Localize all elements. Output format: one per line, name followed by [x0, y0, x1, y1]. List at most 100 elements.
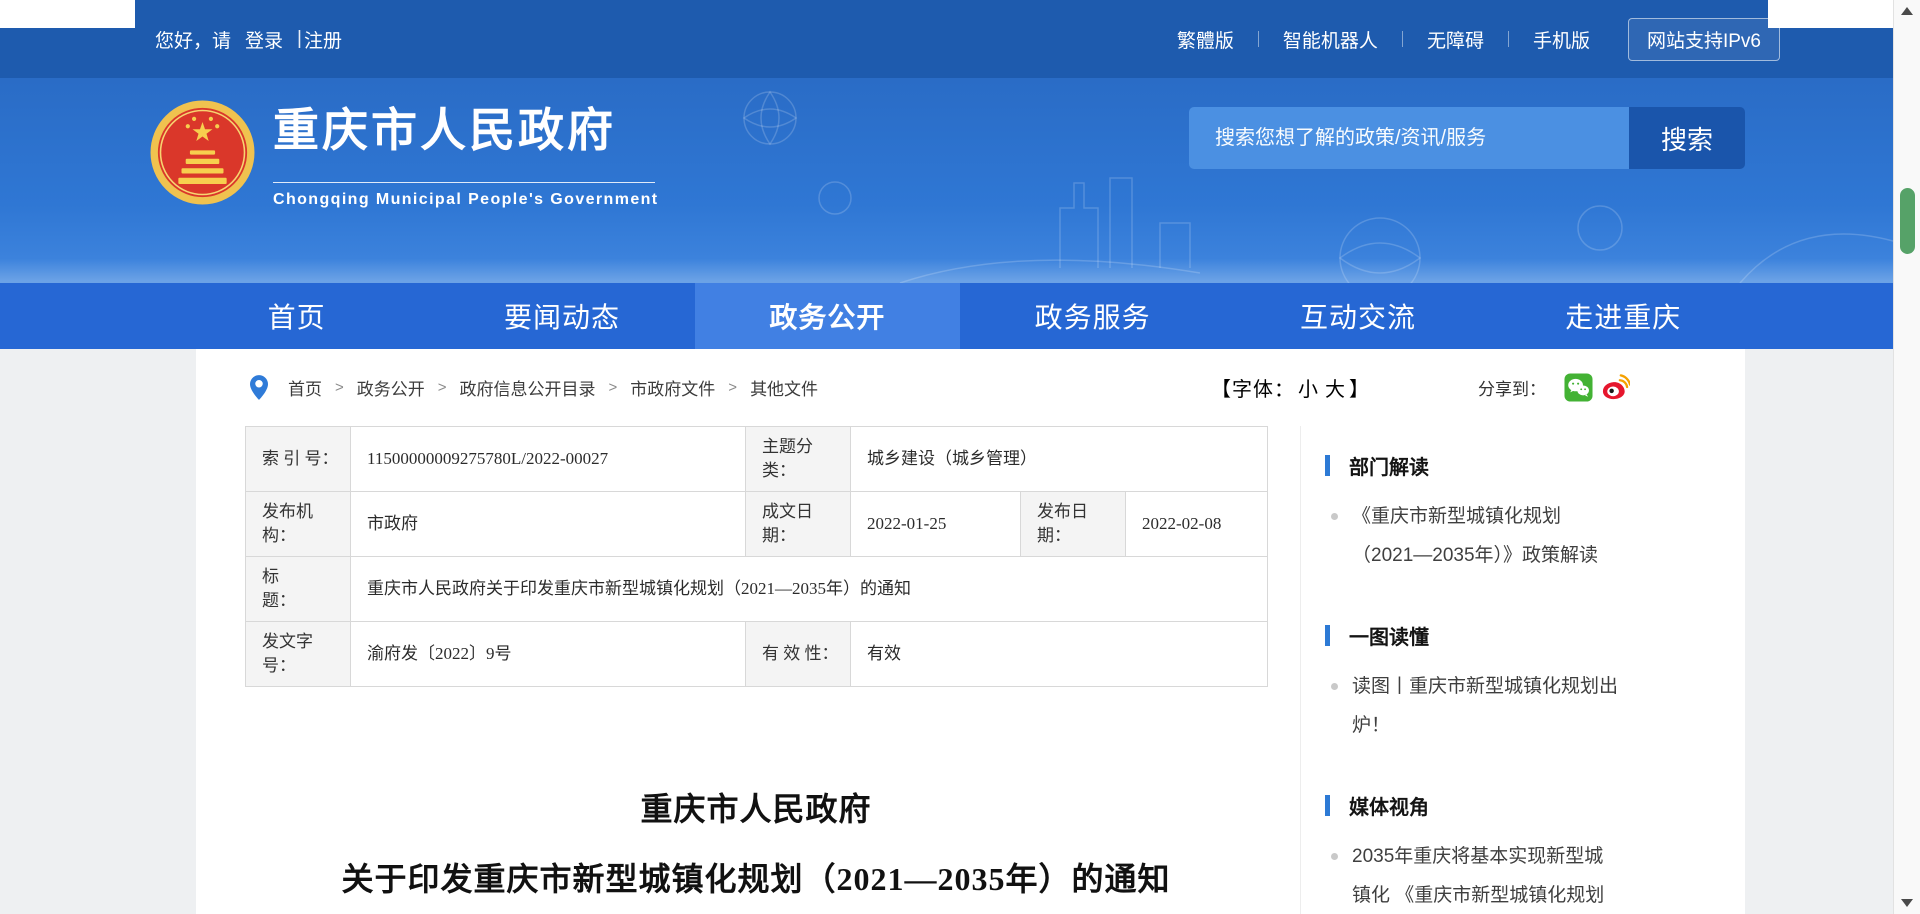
- topbar: 您好，请 登录 | 注册 繁體版 智能机器人 无障碍 手机版 网站支持IPv6: [0, 0, 1920, 78]
- table-row: 标 题： 重庆市人民政府关于印发重庆市新型城镇化规划（2021—2035年）的通…: [246, 557, 1268, 622]
- breadcrumb-city-docs[interactable]: 市政府文件: [630, 375, 715, 400]
- section-title-text: 媒体视角: [1349, 791, 1429, 820]
- page: 您好，请 登录 | 注册 繁體版 智能机器人 无障碍 手机版 网站支持IPv6: [0, 0, 1920, 914]
- site-logo[interactable]: 重庆市人民政府 Chongqing Municipal People's Gov…: [150, 100, 659, 209]
- title-value: 重庆市人民政府关于印发重庆市新型城镇化规划（2021—2035年）的通知: [351, 557, 1268, 622]
- agency-value: 市政府: [351, 492, 746, 557]
- table-row: 发文字号： 渝府发〔2022〕9号 有 效 性： 有效: [246, 622, 1268, 687]
- list-item-line: 炉！: [1352, 706, 1628, 745]
- font-large-button[interactable]: 大: [1325, 379, 1346, 401]
- breadcrumb-home[interactable]: 首页: [288, 375, 322, 400]
- list-item-line: （2021—2035年）》政策解读: [1352, 536, 1628, 575]
- nav-item-gov-info[interactable]: 政务公开: [695, 283, 960, 349]
- list-item[interactable]: 《重庆市新型城镇化规划 （2021—2035年）》政策解读: [1352, 497, 1628, 575]
- written-date-value: 2022-01-25: [851, 492, 1021, 557]
- publish-date-value: 2022-02-08: [1126, 492, 1268, 557]
- location-pin-icon: [250, 375, 268, 400]
- nav-item-news[interactable]: 要闻动态: [429, 283, 694, 349]
- share-label: 分享到：: [1478, 375, 1546, 400]
- list-item-line: 2035年重庆将基本实现新型城: [1352, 837, 1628, 876]
- font-label-prefix: 【字体：: [1211, 379, 1295, 401]
- mobile-version-link[interactable]: 手机版: [1509, 26, 1614, 53]
- breadcrumb-gov-info[interactable]: 政务公开: [357, 375, 425, 400]
- breadcrumb-separator: >: [728, 379, 737, 396]
- section-accent-bar-icon: [1325, 795, 1330, 816]
- scroll-up-icon[interactable]: [1894, 0, 1920, 22]
- sidebar-section-infographic: 一图读懂 读图丨重庆市新型城镇化规划出 炉！: [1325, 621, 1705, 745]
- document-meta-table: 索 引 号： 11500000009275780L/2022-00027 主题分…: [245, 426, 1268, 687]
- list-item-line: 镇化 《重庆市新型城镇化规划: [1352, 876, 1628, 914]
- site-subtitle: Chongqing Municipal People's Government: [273, 191, 659, 209]
- content-card: 首页 > 政务公开 > 政府信息公开目录 > 市政府文件 > 其他文件 【字体：…: [196, 349, 1745, 914]
- traditional-chinese-link[interactable]: 繁體版: [1153, 26, 1258, 53]
- nav-item-home[interactable]: 首页: [164, 283, 429, 349]
- breadcrumb-other-docs[interactable]: 其他文件: [750, 375, 818, 400]
- site-title: 重庆市人民政府: [273, 102, 659, 158]
- login-link[interactable]: 登录: [245, 26, 283, 53]
- scroll-down-icon[interactable]: [1894, 892, 1920, 914]
- divider: |: [297, 28, 302, 50]
- font-size-control: 【字体：小大】: [1211, 373, 1370, 402]
- divider: [273, 182, 655, 183]
- validity-value: 有效: [851, 622, 1268, 687]
- sidebar-section-media-view: 媒体视角 2035年重庆将基本实现新型城 镇化 《重庆市新型城镇化规划 （202…: [1325, 791, 1705, 914]
- index-number-label: 索 引 号：: [246, 427, 351, 492]
- national-emblem-icon: [150, 100, 255, 205]
- doc-number-value: 渝府发〔2022〕9号: [351, 622, 746, 687]
- browser-corner-right: [1768, 0, 1893, 28]
- document-title-line2: 关于印发重庆市新型城镇化规划（2021—2035年）的通知: [245, 854, 1267, 900]
- index-number-value: 11500000009275780L/2022-00027: [351, 427, 746, 492]
- document-title-line1: 重庆市人民政府: [245, 784, 1267, 830]
- search-button[interactable]: 搜索: [1629, 107, 1745, 169]
- nav-item-services[interactable]: 政务服务: [960, 283, 1225, 349]
- section-accent-bar-icon: [1325, 625, 1330, 646]
- register-link[interactable]: 注册: [304, 26, 342, 53]
- wechat-icon[interactable]: [1564, 373, 1593, 402]
- font-small-button[interactable]: 小: [1298, 379, 1319, 401]
- scrollbar[interactable]: [1893, 0, 1920, 914]
- share-group: 分享到：: [1478, 373, 1630, 402]
- browser-corner-left: [0, 0, 135, 28]
- accessibility-link[interactable]: 无障碍: [1403, 26, 1508, 53]
- breadcrumb-separator: >: [609, 379, 618, 396]
- list-item-line: 《重庆市新型城镇化规划: [1352, 497, 1628, 536]
- font-label-suffix: 】: [1349, 379, 1370, 401]
- section-title-text: 部门解读: [1349, 451, 1429, 480]
- topic-value: 城乡建设（城乡管理）: [851, 427, 1268, 492]
- list-item[interactable]: 2035年重庆将基本实现新型城 镇化 《重庆市新型城镇化规划 （2021—203…: [1352, 837, 1628, 914]
- sidebar: 部门解读 《重庆市新型城镇化规划 （2021—2035年）》政策解读 一图读懂: [1300, 426, 1745, 914]
- list-item[interactable]: 读图丨重庆市新型城镇化规划出 炉！: [1352, 667, 1628, 745]
- page-tools: 【字体：小大】 分享到：: [1211, 373, 1745, 402]
- written-date-label: 成文日期：: [746, 492, 851, 557]
- smart-robot-link[interactable]: 智能机器人: [1259, 26, 1402, 53]
- section-title: 媒体视角: [1325, 791, 1705, 820]
- section-title-text: 一图读懂: [1349, 621, 1429, 650]
- breadcrumb-row: 首页 > 政务公开 > 政府信息公开目录 > 市政府文件 > 其他文件 【字体：…: [196, 349, 1745, 426]
- page-body: 首页 > 政务公开 > 政府信息公开目录 > 市政府文件 > 其他文件 【字体：…: [0, 349, 1920, 914]
- section-accent-bar-icon: [1325, 455, 1330, 476]
- topic-label: 主题分类：: [746, 427, 851, 492]
- main-column: 索 引 号： 11500000009275780L/2022-00027 主题分…: [196, 426, 1300, 914]
- validity-label: 有 效 性：: [746, 622, 851, 687]
- site-banner: 重庆市人民政府 Chongqing Municipal People's Gov…: [0, 78, 1920, 283]
- title-label: 标 题：: [246, 557, 351, 622]
- main-nav: 首页 要闻动态 政务公开 政务服务 互动交流 走进重庆: [0, 283, 1920, 349]
- greeting-text: 您好，请: [155, 26, 231, 53]
- publish-date-label: 发布日期：: [1021, 492, 1126, 557]
- sidebar-section-dept-interpretation: 部门解读 《重庆市新型城镇化规划 （2021—2035年）》政策解读: [1325, 451, 1705, 575]
- table-row: 发布机构： 市政府 成文日期： 2022-01-25 发布日期： 2022-02…: [246, 492, 1268, 557]
- breadcrumb: 首页 > 政务公开 > 政府信息公开目录 > 市政府文件 > 其他文件: [288, 375, 818, 400]
- table-row: 索 引 号： 11500000009275780L/2022-00027 主题分…: [246, 427, 1268, 492]
- breadcrumb-separator: >: [438, 379, 447, 396]
- nav-item-about[interactable]: 走进重庆: [1491, 283, 1756, 349]
- breadcrumb-directory[interactable]: 政府信息公开目录: [460, 375, 596, 400]
- document-header: 重庆市人民政府 关于印发重庆市新型城镇化规划（2021—2035年）的通知 渝府…: [245, 784, 1267, 914]
- search-bar: 搜索: [1189, 107, 1745, 169]
- scrollbar-thumb[interactable]: [1900, 188, 1915, 254]
- nav-item-interaction[interactable]: 互动交流: [1225, 283, 1490, 349]
- breadcrumb-separator: >: [335, 379, 344, 396]
- search-input[interactable]: [1189, 107, 1629, 169]
- weibo-icon[interactable]: [1601, 373, 1630, 402]
- list-item-line: 读图丨重庆市新型城镇化规划出: [1352, 667, 1628, 706]
- ipv6-badge[interactable]: 网站支持IPv6: [1628, 18, 1780, 61]
